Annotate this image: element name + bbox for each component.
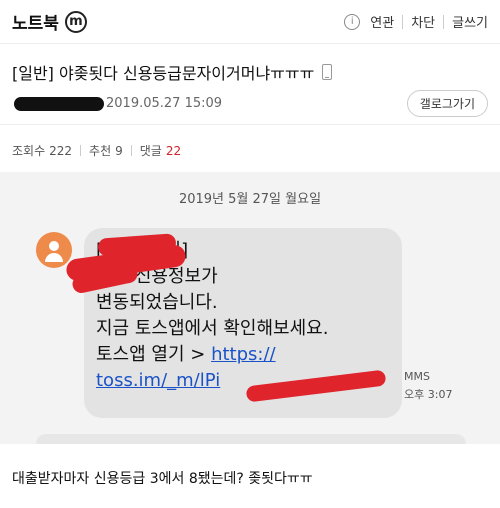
attached-sms-screenshot[interactable]: 2019년 5월 27일 월요일 [Web 발신] 님의 신용정보가 변동되었습… (0, 172, 500, 444)
post-date: 2019.05.27 15:09 (106, 96, 223, 111)
views-count: 222 (49, 143, 73, 158)
author-name-redacted[interactable] (14, 96, 104, 111)
top-bar: 노트북 m i 연관 차단 글쓰기 (0, 0, 500, 44)
post-title-text: [일반] 야좆됫다 신용등급문자이거머냐ㅠㅠㅠ (12, 64, 315, 83)
block-button[interactable]: 차단 (411, 12, 435, 31)
sms-date-header: 2019년 5월 27일 월요일 (178, 192, 322, 207)
info-icon[interactable]: i (344, 13, 361, 30)
sms-line-text: 토스앱 열기 > (96, 344, 206, 365)
gallery-header[interactable]: 노트북 m (12, 9, 87, 34)
sms-type: MMS (404, 370, 430, 383)
replies-label[interactable]: 댓글 (140, 142, 162, 159)
replies-count[interactable]: 22 (166, 144, 181, 158)
sms-time: 오후 3:07 (404, 388, 453, 401)
post-body-text: 대출받자마자 신용등급 3에서 8됐는데? 좆됫다ㅠㅠ (12, 471, 313, 487)
top-actions: i 연관 차단 글쓰기 (344, 12, 488, 31)
contact-avatar-icon (36, 232, 72, 268)
related-button[interactable]: 연관 (370, 12, 394, 31)
next-message-bubble (36, 434, 466, 444)
divider (130, 145, 132, 156)
divider (402, 14, 404, 29)
gallery-name[interactable]: 노트북 (12, 9, 59, 34)
sms-link: https:// (211, 344, 276, 365)
recommend-count: 9 (115, 143, 123, 158)
sms-meta: MMS 오후 3:07 (404, 368, 452, 404)
sms-line: 토스앱 열기 > https:// (96, 342, 390, 368)
gallog-button[interactable]: 갤로그가기 (406, 90, 488, 117)
divider (443, 14, 445, 29)
post-stats: 조회수 222 추천 9 댓글 22 (12, 142, 181, 159)
sms-line: 변동되었습니다. (96, 292, 218, 313)
mini-gallery-badge: m (64, 10, 87, 33)
write-button[interactable]: 글쓰기 (452, 12, 488, 31)
views-label: 조회수 (12, 144, 46, 158)
sms-line: 지금 토스앱에서 확인해보세요. (96, 318, 329, 339)
post-meta: 2019.05.27 15:09 갤로그가기 (12, 90, 488, 117)
divider (80, 145, 82, 156)
sms-link: toss.im/_m/lPi (96, 370, 221, 391)
post-title: [일반] 야좆됫다 신용등급문자이거머냐ㅠㅠㅠ (12, 60, 333, 84)
divider (0, 124, 500, 125)
recommend-label: 추천 (89, 144, 112, 158)
mobile-icon (322, 64, 333, 80)
